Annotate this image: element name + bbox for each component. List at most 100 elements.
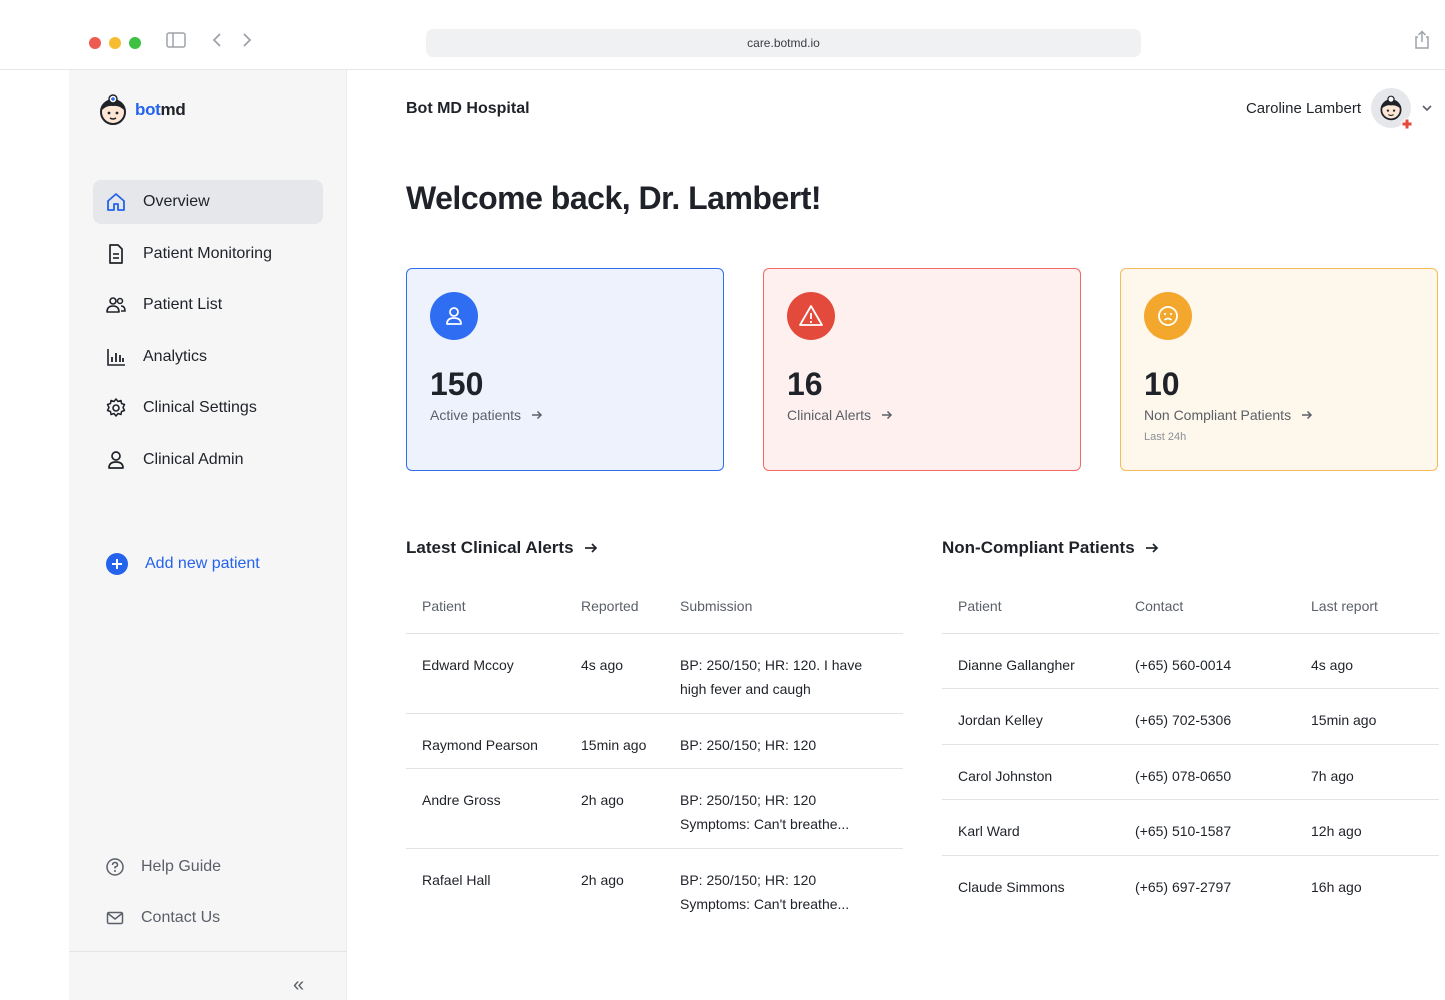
submission-line: BP: 250/150; HR: 120 — [680, 872, 817, 888]
document-icon — [109, 244, 123, 264]
table-header: Patient Reported Submission — [406, 578, 903, 634]
close-window-button[interactable] — [89, 37, 101, 49]
clinical-alerts-link[interactable]: Clinical Alerts — [787, 407, 893, 423]
table-row[interactable]: Jordan Kelley (+65) 702-5306 15min ago — [942, 689, 1439, 745]
non-compliant-link[interactable]: Non Compliant Patients — [1144, 407, 1313, 423]
sidebar-item-label: Analytics — [143, 348, 208, 365]
submission-line: Symptoms: Can't breathe... — [680, 816, 850, 832]
non-compliant-table: Patient Contact Last report Dianne Galla… — [942, 578, 1439, 911]
table-row[interactable]: Karl Ward (+65) 510-1587 12h ago — [942, 800, 1439, 856]
last-report-time: 12h ago — [1311, 823, 1362, 839]
sidebar-item-clinical-settings[interactable]: Clinical Settings — [93, 386, 323, 430]
medical-cross-icon — [1401, 118, 1413, 130]
table-row[interactable]: Claude Simmons (+65) 697-2797 16h ago — [942, 856, 1439, 911]
card-icon-circle — [430, 292, 478, 340]
sidebar: botmd Overview Patient Monitoring Patien… — [69, 70, 347, 1000]
logo[interactable]: botmd — [97, 94, 186, 126]
latest-alerts-table: Patient Reported Submission Edward Mccoy… — [406, 578, 903, 929]
maximize-window-button[interactable] — [129, 37, 141, 49]
patient-name: Claude Simmons — [958, 879, 1065, 895]
minimize-window-button[interactable] — [109, 37, 121, 49]
user-menu[interactable]: Caroline Lambert — [1246, 88, 1433, 130]
non-compliant-card[interactable]: 10 Non Compliant Patients Last 24h — [1120, 268, 1438, 471]
active-patients-link[interactable]: Active patients — [430, 407, 543, 423]
sidebar-item-analytics[interactable]: Analytics — [93, 335, 323, 379]
avatar[interactable] — [1371, 88, 1413, 130]
contact-phone: (+65) 702-5306 — [1135, 712, 1232, 728]
section-title-text: Non-Compliant Patients — [942, 538, 1135, 557]
doctor-avatar-icon — [100, 94, 126, 125]
column-header: Reported — [581, 598, 639, 614]
bar-chart-icon — [107, 349, 125, 366]
sidebar-divider — [69, 951, 347, 952]
card-icon-circle — [1144, 292, 1192, 340]
last-report-time: 4s ago — [1311, 657, 1354, 673]
gear-icon — [106, 398, 126, 417]
chevron-down-icon[interactable] — [1421, 102, 1433, 114]
submission-text: BP: 250/150; HR: 120 — [680, 737, 817, 753]
user-icon — [108, 451, 124, 469]
patient-name: Raymond Pearson — [422, 737, 538, 753]
active-patients-value: 150 — [430, 366, 484, 402]
patient-name: Carol Johnston — [958, 768, 1053, 784]
logo-text-md: md — [160, 100, 186, 119]
home-icon — [107, 193, 125, 211]
last-report-time: 7h ago — [1311, 768, 1354, 784]
contact-us-label: Contact Us — [141, 909, 221, 926]
address-bar[interactable]: care.botmd.io — [426, 29, 1141, 57]
table-row[interactable]: Andre Gross 2h ago BP: 250/150; HR: 120 S… — [406, 769, 903, 849]
help-guide-link[interactable]: Help Guide — [93, 845, 323, 889]
submission-line: high fever and caugh — [680, 681, 811, 697]
active-patients-card[interactable]: 150 Active patients — [406, 268, 724, 471]
browser-toolbar: care.botmd.io — [0, 0, 1445, 70]
forward-icon[interactable] — [241, 32, 253, 53]
sidebar-item-label: Patient Monitoring — [143, 245, 272, 262]
url-text: care.botmd.io — [747, 36, 820, 50]
add-new-patient-button[interactable]: Add new patient — [93, 542, 323, 586]
clinical-alerts-card[interactable]: 16 Clinical Alerts — [763, 268, 1081, 471]
table-row[interactable]: Rafael Hall 2h ago BP: 250/150; HR: 120 S… — [406, 849, 903, 929]
table-header: Patient Contact Last report — [942, 578, 1439, 634]
clinical-alerts-value: 16 — [787, 366, 823, 402]
submission-text: BP: 250/150; HR: 120. I have high fever a… — [680, 653, 862, 701]
hospital-name: Bot MD Hospital — [406, 100, 530, 117]
table-row[interactable]: Carol Johnston (+65) 078-0650 7h ago — [942, 745, 1439, 800]
reported-time: 15min ago — [581, 737, 647, 753]
sidebar-item-patient-list[interactable]: Patient List — [93, 283, 323, 327]
arrow-right-icon — [1145, 543, 1158, 553]
sidebar-item-patient-monitoring[interactable]: Patient Monitoring — [93, 232, 323, 276]
last-report-time: 15min ago — [1311, 712, 1377, 728]
latest-alerts-title[interactable]: Latest Clinical Alerts — [406, 538, 598, 558]
users-icon — [106, 297, 126, 313]
sidebar-item-overview[interactable]: Overview — [93, 180, 323, 224]
sidebar-item-clinical-admin[interactable]: Clinical Admin — [93, 438, 323, 482]
submission-line: BP: 250/150; HR: 120. I have — [680, 657, 863, 673]
column-header: Contact — [1135, 598, 1184, 614]
help-guide-label: Help Guide — [141, 858, 222, 875]
reported-time: 2h ago — [581, 872, 624, 888]
plus-circle-icon — [106, 553, 128, 575]
arrow-right-icon — [584, 543, 597, 553]
back-icon[interactable] — [211, 32, 223, 53]
contact-phone: (+65) 697-2797 — [1135, 879, 1232, 895]
column-header: Submission — [680, 598, 753, 614]
collapse-sidebar-button[interactable]: « — [293, 974, 304, 997]
contact-us-link[interactable]: Contact Us — [93, 896, 323, 940]
non-compliant-title[interactable]: Non-Compliant Patients — [942, 538, 1159, 558]
add-new-patient-label: Add new patient — [145, 555, 260, 572]
table-row[interactable]: Raymond Pearson 15min ago BP: 250/150; H… — [406, 714, 903, 769]
sidebar-toggle-icon[interactable] — [166, 32, 186, 53]
patient-name: Jordan Kelley — [958, 712, 1043, 728]
share-icon[interactable] — [1413, 30, 1431, 55]
contact-phone: (+65) 078-0650 — [1135, 768, 1232, 784]
submission-text: BP: 250/150; HR: 120 Symptoms: Can't brea… — [680, 788, 849, 836]
section-title-text: Latest Clinical Alerts — [406, 538, 574, 557]
table-row[interactable]: Dianne Gallangher (+65) 560-0014 4s ago — [942, 634, 1439, 689]
submission-line: Symptoms: Can't breathe... — [680, 896, 850, 912]
sad-face-icon — [1158, 306, 1178, 326]
table-row[interactable]: Edward Mccoy 4s ago BP: 250/150; HR: 120… — [406, 634, 903, 714]
patient-name: Karl Ward — [958, 823, 1020, 839]
patient-name: Rafael Hall — [422, 872, 491, 888]
card-label-text: Active patients — [430, 407, 522, 423]
warning-icon — [799, 305, 823, 326]
